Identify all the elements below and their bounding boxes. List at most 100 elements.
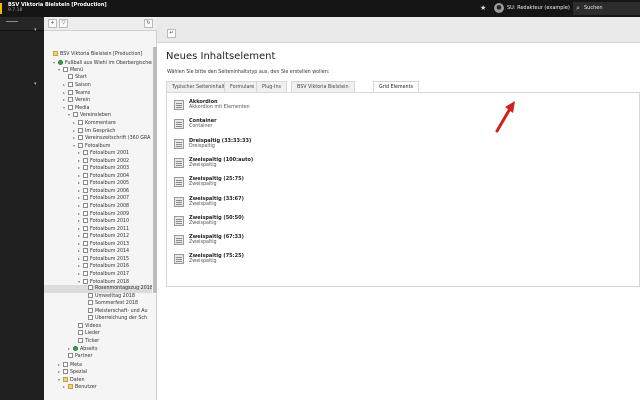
- tree-item[interactable]: ▾ Daten: [44, 376, 152, 384]
- tree-item[interactable]: Ticker: [44, 337, 152, 346]
- tree-item[interactable]: ▸ Fotoalbum 2001: [44, 149, 152, 157]
- content-element-item[interactable]: Zweispaltig (67:33) Zweispaltig: [174, 234, 474, 252]
- tree-item[interactable]: ▸ Verein: [44, 96, 152, 104]
- tree-item[interactable]: ▸ Fotoalbum 2011: [44, 225, 152, 233]
- site-root-icon[interactable]: [58, 59, 63, 65]
- page-icon[interactable]: [83, 240, 88, 246]
- chevron-down-icon[interactable]: ▾: [34, 27, 37, 33]
- tree-item[interactable]: Rosenmontagszug 2018: [44, 285, 152, 293]
- page-icon[interactable]: [83, 195, 88, 201]
- filter-icon[interactable]: ▽: [59, 19, 68, 28]
- page-icon[interactable]: [63, 361, 68, 367]
- page-icon[interactable]: [83, 248, 88, 254]
- star-icon[interactable]: ★: [480, 3, 486, 13]
- tree-item[interactable]: Meisterschaft- und Au: [44, 307, 152, 316]
- tree-item[interactable]: ▸ Fotoalbum 2014: [44, 247, 152, 255]
- folder-icon[interactable]: [68, 384, 73, 390]
- page-icon[interactable]: [83, 233, 88, 239]
- tree-item[interactable]: ▸ Fotoalbum 2016: [44, 262, 152, 270]
- refresh-icon[interactable]: ↻: [144, 19, 153, 28]
- tab-formulare[interactable]: Formulare: [224, 81, 261, 92]
- page-icon[interactable]: [83, 180, 88, 186]
- content-element-item[interactable]: Akkordion Akkordion mit Elementen: [174, 99, 474, 117]
- tree-item[interactable]: ▾ Fußball aus Wiehl im Oberbergischen: [44, 59, 152, 67]
- grid-element-icon[interactable]: [174, 215, 184, 226]
- tree-item[interactable]: ▸ Benutzer: [44, 383, 152, 391]
- tree-item[interactable]: ▸ Fotoalbum 2008: [44, 202, 152, 210]
- page-icon[interactable]: [88, 292, 93, 298]
- page-icon[interactable]: [78, 330, 83, 336]
- grid-element-icon[interactable]: [174, 138, 184, 149]
- new-page-icon[interactable]: +: [48, 19, 57, 28]
- page-icon[interactable]: [73, 112, 78, 118]
- tree-item[interactable]: Überreichung der Sch: [44, 315, 152, 323]
- content-element-item[interactable]: Dreispaltig (33:33:33) Dreispaltig: [174, 138, 474, 156]
- page-icon[interactable]: [83, 203, 88, 208]
- page-icon[interactable]: [78, 135, 83, 141]
- tree-item[interactable]: ▸ Fotoalbum 2013: [44, 240, 152, 248]
- tree-item[interactable]: ▾ Fotoalbum: [44, 142, 152, 150]
- tree-item[interactable]: ▾ Menü: [44, 66, 152, 74]
- tree-item[interactable]: Start: [44, 73, 152, 82]
- page-icon[interactable]: [68, 73, 73, 79]
- tree-item[interactable]: ▸ Fotoalbum 2009: [44, 210, 152, 218]
- page-icon[interactable]: [83, 278, 88, 284]
- tree-item[interactable]: ▸ Kommentare: [44, 119, 152, 127]
- chevron-down-icon[interactable]: ▾: [34, 81, 37, 87]
- tab-plug-ins[interactable]: Plug-Ins: [256, 81, 287, 92]
- tree-item[interactable]: ▸ Fotoalbum 2005: [44, 179, 152, 187]
- page-icon[interactable]: [78, 337, 83, 343]
- grid-element-icon[interactable]: [174, 119, 184, 130]
- page-icon[interactable]: [88, 307, 93, 313]
- tree-item[interactable]: Lieder: [44, 330, 152, 338]
- tree-item[interactable]: ▸ Fotoalbum 2017: [44, 270, 152, 278]
- page-icon[interactable]: [68, 97, 73, 103]
- tree-item[interactable]: BSV Viktoria Bielstein [Production]: [44, 51, 152, 59]
- close-icon[interactable]: ↵: [167, 29, 176, 38]
- grid-element-icon[interactable]: [174, 177, 184, 188]
- page-icon[interactable]: [88, 315, 93, 321]
- tree-item[interactable]: ▾ Media: [44, 104, 152, 112]
- page-icon[interactable]: [83, 157, 88, 163]
- content-element-item[interactable]: Zweispaltig (25:75) Zweispaltig: [174, 176, 474, 194]
- page-icon[interactable]: [78, 119, 83, 125]
- tree-item[interactable]: ▸ Vereinszeitschrift (360 GRA: [44, 134, 152, 142]
- avatar[interactable]: ●: [494, 3, 504, 13]
- tree-item[interactable]: ▸ Fotoalbum 2010: [44, 217, 152, 225]
- page-icon[interactable]: [83, 218, 88, 224]
- folder-icon[interactable]: [63, 376, 68, 382]
- tree-item[interactable]: ▸ Fotoalbum 2003: [44, 164, 152, 172]
- page-icon[interactable]: [63, 67, 68, 73]
- tree-item[interactable]: ▸ Fotoalbum 2006: [44, 187, 152, 195]
- tree-item[interactable]: Partner: [44, 353, 152, 361]
- content-element-item[interactable]: Zweispaltig (100:auto) Zweispaltig: [174, 157, 474, 175]
- page-icon[interactable]: [83, 225, 88, 231]
- tree-item[interactable]: ▸ Teams: [44, 89, 152, 97]
- page-icon[interactable]: [88, 300, 93, 306]
- grid-element-icon[interactable]: [174, 100, 184, 110]
- page-icon[interactable]: [83, 270, 88, 276]
- page-icon[interactable]: [83, 165, 88, 171]
- site-root-icon[interactable]: [73, 346, 78, 352]
- tree-item[interactable]: ▸ Fotoalbum 2004: [44, 172, 152, 180]
- tree-item[interactable]: ▸ Im Gespräch: [44, 127, 152, 135]
- grid-element-icon[interactable]: [174, 196, 184, 207]
- page-icon[interactable]: [88, 285, 93, 291]
- tree-item[interactable]: Sommerfest 2018: [44, 300, 152, 308]
- module-menu-collapse-button[interactable]: [0, 17, 44, 31]
- grid-element-icon[interactable]: [174, 254, 184, 265]
- page-icon[interactable]: [83, 255, 88, 261]
- grid-element-icon[interactable]: [174, 157, 184, 168]
- page-icon[interactable]: [83, 263, 88, 269]
- tab-typischer-seiteninhalt[interactable]: Typischer Seiteninhalt: [166, 81, 231, 92]
- page-icon[interactable]: [68, 82, 73, 88]
- tree-item[interactable]: ▸ Saison: [44, 81, 152, 89]
- grid-element-icon[interactable]: [174, 235, 184, 246]
- page-icon[interactable]: [78, 322, 83, 328]
- page-icon[interactable]: [78, 127, 83, 133]
- content-element-item[interactable]: Zweispaltig (33:67) Zweispaltig: [174, 196, 474, 214]
- tree-item[interactable]: ▸ Fotoalbum 2002: [44, 157, 152, 165]
- tree-item[interactable]: Videos: [44, 322, 152, 331]
- typo3-logo-icon[interactable]: [0, 3, 2, 14]
- folder-icon[interactable]: [53, 51, 58, 56]
